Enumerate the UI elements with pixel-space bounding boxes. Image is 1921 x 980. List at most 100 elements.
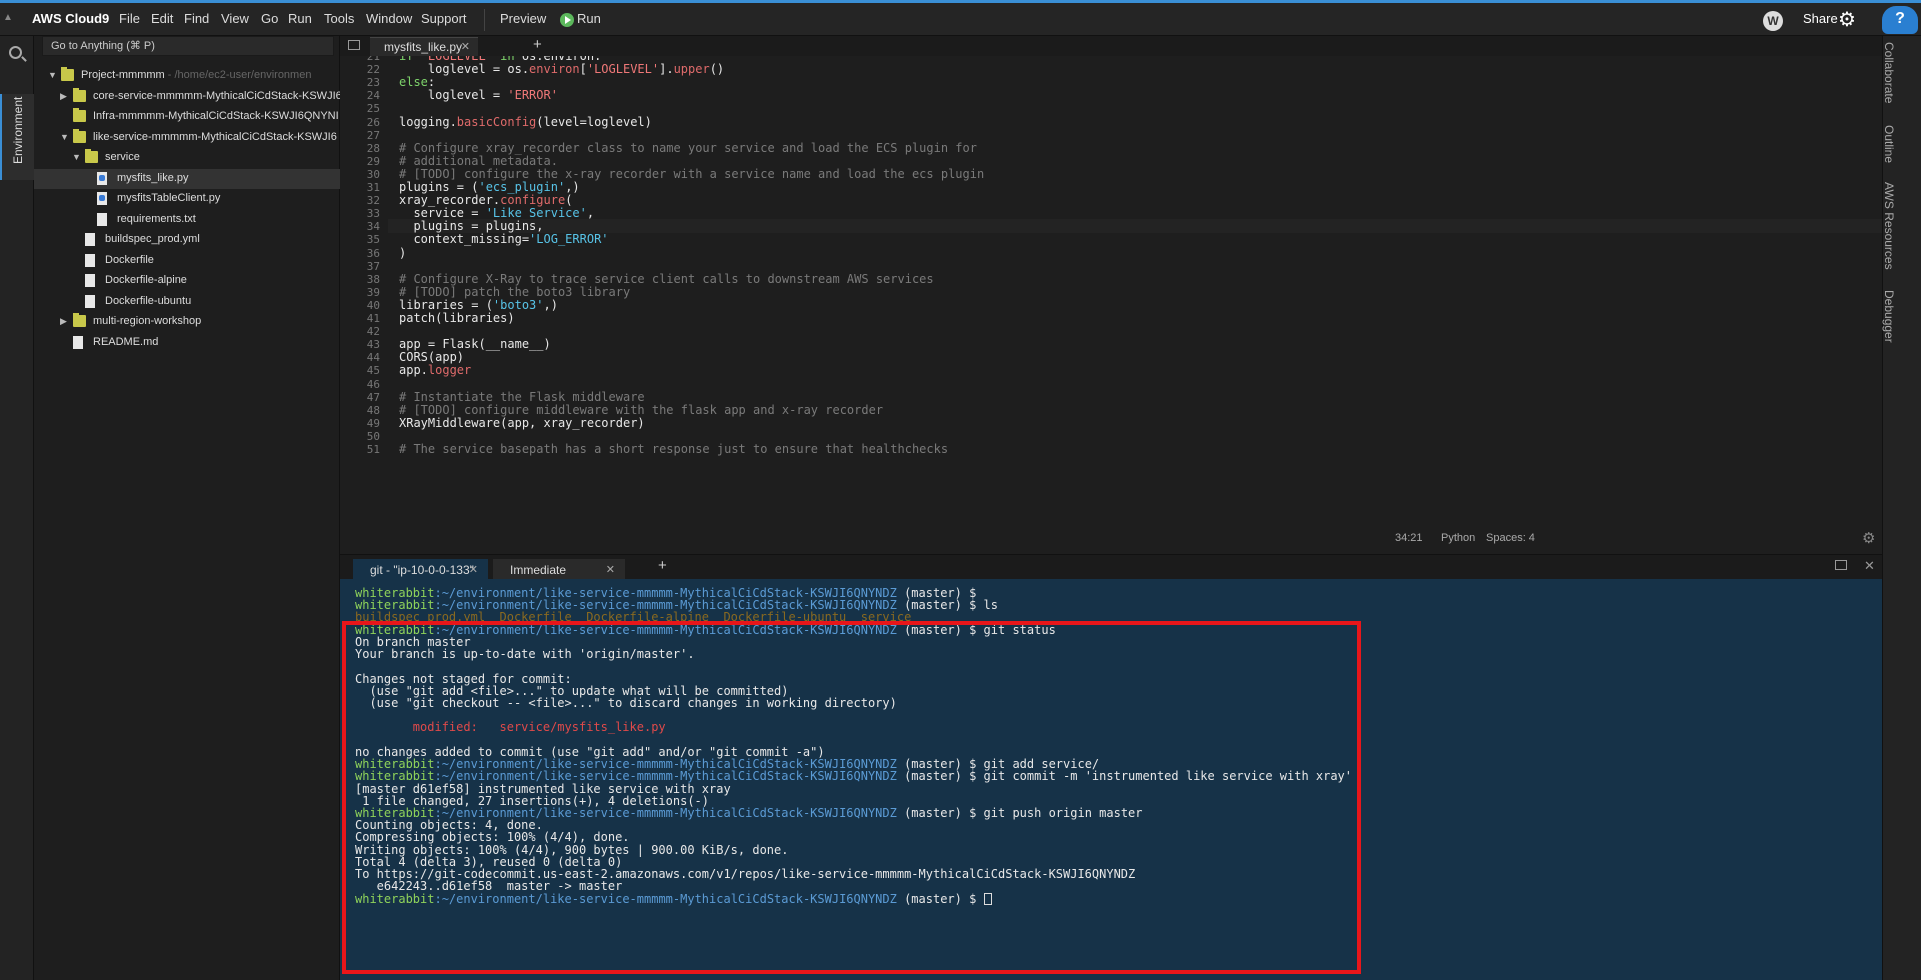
run-icon[interactable] [560,13,574,27]
line-number: 45 [366,364,380,378]
tree-file[interactable]: buildspec_prod.yml [34,230,340,250]
menu-file[interactable]: File [119,11,140,26]
tab-outline[interactable]: Outline [1882,125,1896,163]
line-number: 22 [366,63,380,77]
search-icon[interactable] [9,46,22,59]
line-number: 40 [366,298,380,312]
close-icon[interactable]: ✕ [606,563,615,576]
language-mode[interactable]: Python [1441,532,1475,544]
file-icon [85,294,95,308]
run-button[interactable]: Run [577,11,601,26]
tree-file[interactable]: Dockerfile-alpine [34,271,340,291]
code-editor[interactable]: 21 22 23 24 25 26 27 28 29 30 31 32 33 34 35 36 37 38 39 40… [340,56,1882,554]
line-number: 31 [366,181,380,194]
add-terminal-icon[interactable]: + [658,557,667,574]
tree-file[interactable]: requirements.txt [34,210,340,230]
tree-item-label: Dockerfile [105,253,154,266]
line-number: 28 [366,141,380,155]
file-tree: ▼ Project-mmmmm - /home/ec2-user/environm… [34,66,340,353]
tab-immediate[interactable]: Immediate ✕ [493,559,625,580]
tree-folder[interactable]: ▼ Project-mmmmm - /home/ec2-user/environm… [34,66,340,86]
tree-folder[interactable]: ▼ like-service-mmmmm-MythicalCiCdStack-KS… [34,128,340,148]
chevron-down-icon[interactable]: ▼ [48,70,57,80]
file-icon [85,274,95,287]
tree-file[interactable]: mysfitsTableClient.py [34,189,340,209]
right-rail: Collaborate Outline AWS Resources Debugg… [1882,36,1921,980]
tab-git-terminal[interactable]: git - "ip-10-0-0-133" ✕ [353,559,488,580]
menu-view[interactable]: View [221,11,249,26]
python-file-icon [97,171,107,185]
menu-tools[interactable]: Tools [324,11,354,26]
folder-icon [73,313,86,327]
tree-item-label: requirements.txt [117,212,196,225]
tree-folder[interactable]: ▶ core-service-mmmmm-MythicalCiCdStack-KS… [34,87,340,107]
code-line: context_missing='LOG_ERROR' [399,232,609,247]
chevron-right-icon[interactable]: ▶ [60,316,67,327]
line-number: 51 [366,443,380,456]
maximize-icon[interactable] [1835,560,1847,570]
chevron-down-icon[interactable]: ▼ [72,152,81,162]
code-line: # [TODO] configure the x-ray recorder wi… [399,166,985,181]
menu-find[interactable]: Find [184,11,209,26]
close-icon[interactable]: ✕ [461,40,470,53]
tree-folder[interactable]: Infra-mmmmm-MythicalCiCdStack-KSWJI6QNYN… [34,107,340,127]
line-number: 29 [366,154,380,168]
tab-aws-resources[interactable]: AWS Resources [1882,182,1896,270]
goto-anything-field[interactable] [42,36,334,56]
left-rail: Environment [0,36,34,980]
tree-item-label: buildspec_prod.yml [105,233,200,245]
tab-environment[interactable]: Environment [0,94,34,180]
tab-mysfits-like[interactable]: mysfits_like.py ✕ [370,37,478,56]
tree-file[interactable]: Dockerfile [34,251,340,271]
line-number: 32 [366,194,380,208]
menu-support[interactable]: Support [421,11,467,26]
line-number: 33 [366,207,380,221]
collapse-menu-icon[interactable]: ▲ [3,12,13,23]
line-number: 30 [366,167,380,181]
preview-button[interactable]: Preview [500,11,546,26]
code-line: # [TODO] patch the boto3 library [399,284,631,299]
line-number: 36 [366,246,380,260]
cursor-position[interactable]: 34:21 [1395,532,1423,544]
tree-item-label: Project-mmmmm - /home/ec2-user/environme… [81,69,312,81]
gear-icon[interactable]: ⚙ [1838,7,1856,32]
tree-file[interactable]: README.md [34,333,340,353]
avatar[interactable]: W [1763,11,1783,31]
code-line: loglevel = 'ERROR' [399,88,558,103]
indentation-setting[interactable]: Spaces: 4 [1486,532,1535,544]
close-panel-icon[interactable]: ✕ [1864,558,1875,574]
tree-file[interactable]: mysfits_like.py [34,168,340,189]
menu-edit[interactable]: Edit [151,11,173,26]
tree-item-label: Dockerfile-alpine [105,274,187,286]
line-number: 35 [366,233,380,247]
goto-anything-input[interactable] [43,37,333,55]
line-number: 42 [366,325,380,339]
terminal-tab-bar: git - "ip-10-0-0-133" ✕ Immediate ✕ + ✕ [340,554,1882,580]
menu-window[interactable]: Window [366,11,412,26]
line-number: 39 [366,285,380,299]
toggle-tree-icon[interactable] [348,40,360,50]
editor-settings-icon[interactable]: ⚙ [1862,529,1875,547]
close-icon[interactable]: ✕ [469,563,478,576]
tree-file[interactable]: Dockerfile-ubuntu [34,292,340,312]
folder-icon [73,108,86,122]
tab-collaborate[interactable]: Collaborate [1882,42,1896,103]
add-tab-icon[interactable]: + [533,36,542,53]
terminal-tab-label: git - "ip-10-0-0-133" [370,563,474,577]
menu-go[interactable]: Go [261,11,278,26]
cloud-help-icon[interactable]: ? [1882,6,1918,34]
line-number: 38 [366,272,380,286]
tree-item-label: README.md [93,335,159,348]
tree-folder[interactable]: ▶ multi-region-workshop [34,312,340,332]
chevron-right-icon[interactable]: ▶ [60,91,67,102]
share-button[interactable]: Share [1803,11,1838,26]
line-number: 49 [366,416,380,430]
line-number: 27 [366,128,380,142]
environment-tab-label: Environment [11,96,25,164]
tab-debugger[interactable]: Debugger [1882,290,1896,343]
menu-run[interactable]: Run [288,11,312,26]
tree-folder[interactable]: ▼ service [34,148,340,168]
chevron-down-icon[interactable]: ▼ [60,132,69,142]
app-brand[interactable]: AWS Cloud9 [32,11,109,26]
line-number: 34 [366,220,380,234]
